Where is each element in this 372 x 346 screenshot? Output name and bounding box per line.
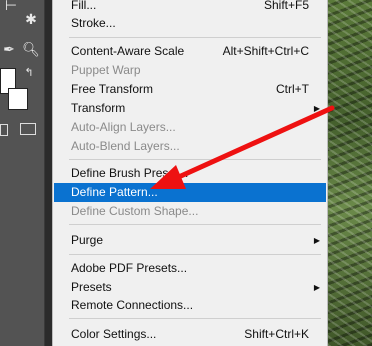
annotation-arrow-line bbox=[169, 105, 335, 183]
annotation-arrow-head bbox=[150, 165, 186, 189]
annotation-arrow bbox=[150, 105, 335, 189]
